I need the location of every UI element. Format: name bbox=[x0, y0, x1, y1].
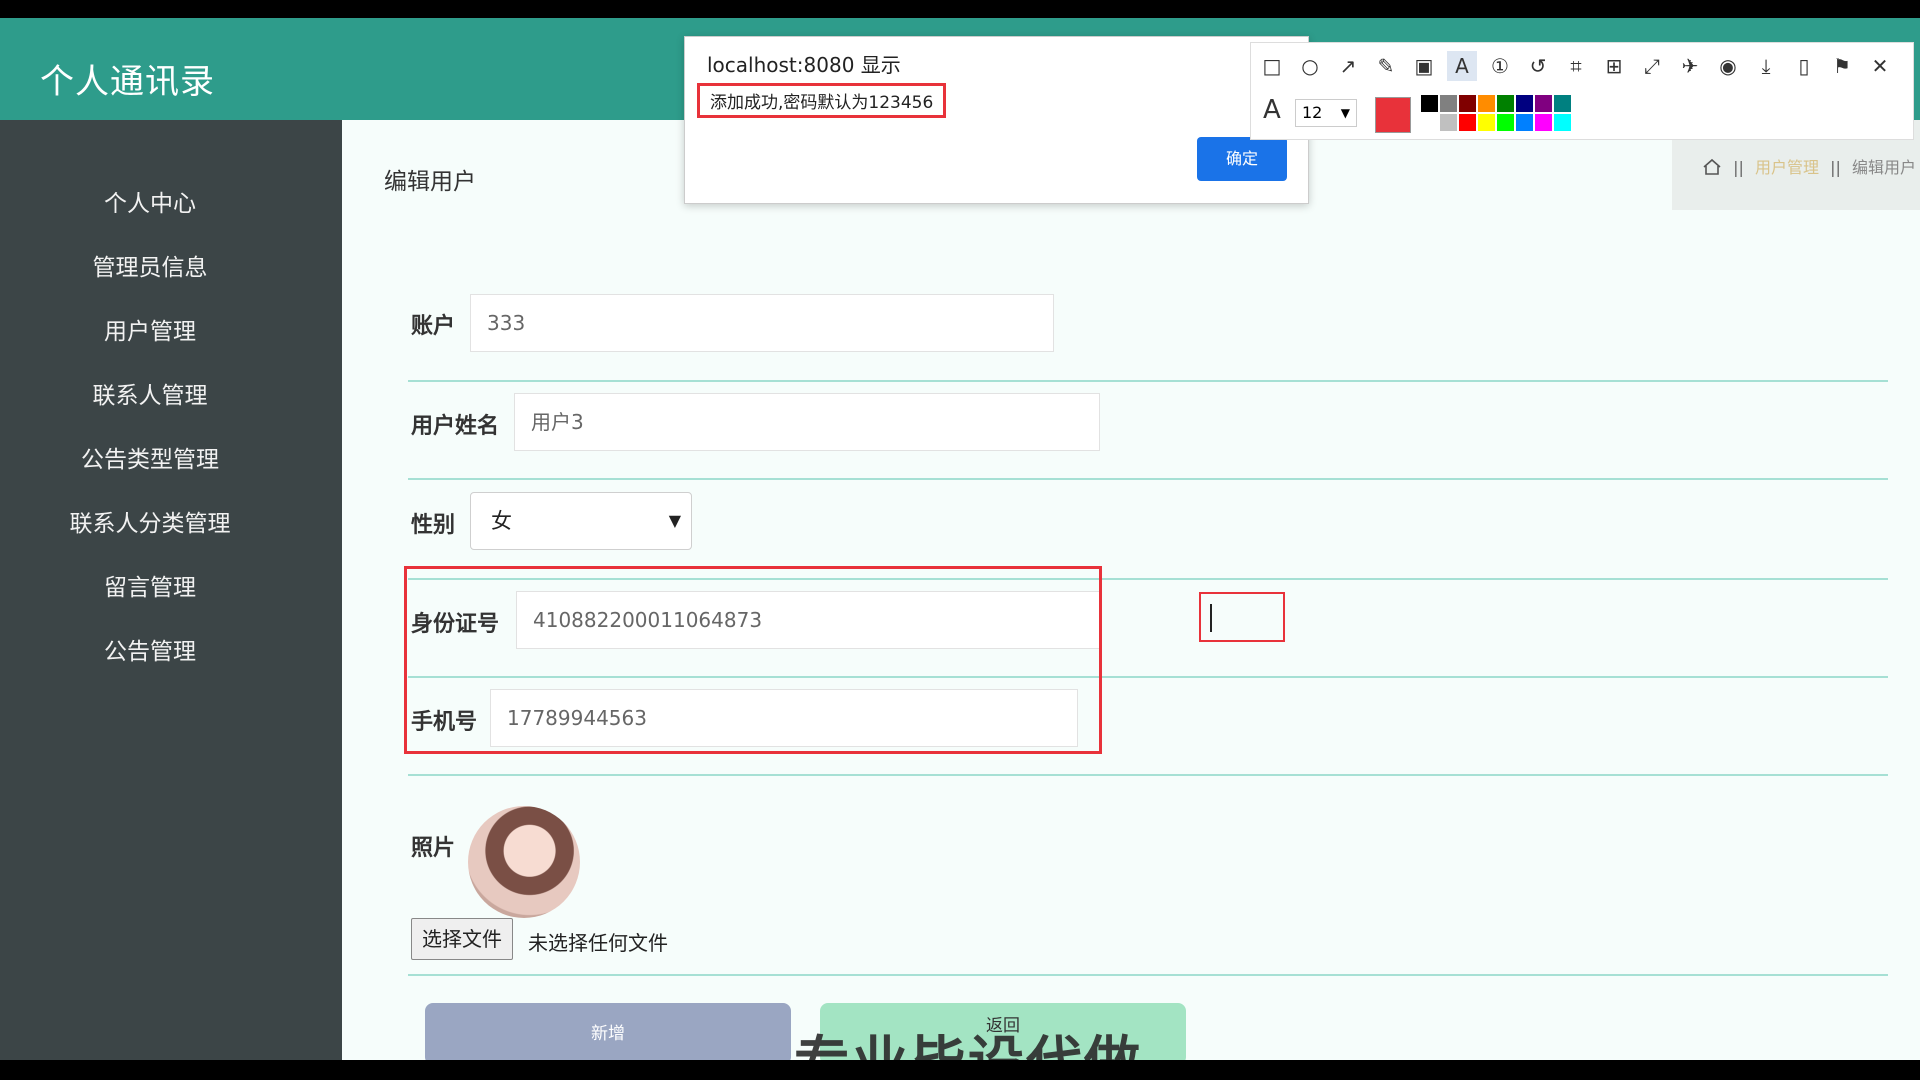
current-color-swatch[interactable] bbox=[1375, 97, 1411, 133]
save-icon[interactable]: ▯ bbox=[1789, 51, 1819, 81]
color-swatch[interactable] bbox=[1421, 114, 1438, 131]
text-icon[interactable]: A bbox=[1447, 51, 1477, 81]
color-swatch[interactable] bbox=[1478, 114, 1495, 131]
no-file-text: 未选择任何文件 bbox=[528, 931, 668, 955]
color-swatch[interactable] bbox=[1478, 95, 1495, 112]
breadcrumb-separator: || bbox=[1830, 158, 1841, 177]
watermark-text: 专业毕设代做 bbox=[794, 1018, 1142, 1060]
expand-icon[interactable]: ⤢ bbox=[1637, 51, 1667, 81]
color-swatch[interactable] bbox=[1535, 95, 1552, 112]
color-swatch[interactable] bbox=[1554, 95, 1571, 112]
breadcrumb-user-management-link[interactable]: 用户管理 bbox=[1755, 158, 1819, 177]
sidebar: 个人中心 管理员信息 用户管理 联系人管理 公告类型管理 联系人分类管理 留言管… bbox=[0, 120, 342, 1060]
sidebar-item-contact-management[interactable]: 联系人管理 bbox=[0, 376, 300, 410]
chevron-down-icon: ▼ bbox=[1340, 106, 1350, 120]
color-swatch[interactable] bbox=[1516, 114, 1533, 131]
bookmark-icon[interactable]: ⚑ bbox=[1827, 51, 1857, 81]
username-input[interactable]: 用户3 bbox=[514, 393, 1100, 451]
annotation-toolbar: □ ○ ↗ ✎ ▣ A ① ↺ ⌗ ⊞ ⤢ ✈ ◉ ⤓ ▯ ⚑ ✕ A 12 ▼ bbox=[1250, 42, 1914, 140]
page-title: 编辑用户 bbox=[384, 169, 476, 195]
record-icon[interactable]: ◉ bbox=[1713, 51, 1743, 81]
add-button[interactable]: 新增 bbox=[425, 1003, 791, 1060]
crop-icon[interactable]: ⌗ bbox=[1561, 51, 1591, 81]
sidebar-item-message-management[interactable]: 留言管理 bbox=[0, 568, 300, 602]
arrow-icon[interactable]: ↗ bbox=[1333, 51, 1363, 81]
color-swatch[interactable] bbox=[1421, 95, 1438, 112]
color-swatch[interactable] bbox=[1497, 95, 1514, 112]
font-size-select[interactable]: 12 ▼ bbox=[1295, 99, 1357, 127]
home-icon[interactable] bbox=[1702, 157, 1722, 181]
color-swatch[interactable] bbox=[1459, 95, 1476, 112]
gender-select[interactable]: 女 ▼ bbox=[470, 492, 692, 550]
browser-viewport: 个人通讯录 ✕ ● 个人中心 管理员信息 用户管理 联系人管理 公告类型管理 联… bbox=[0, 18, 1920, 1060]
text-caret bbox=[1210, 604, 1212, 632]
color-swatch[interactable] bbox=[1516, 95, 1533, 112]
gender-select-value: 女 bbox=[491, 509, 512, 533]
highlight-annotation-box bbox=[404, 566, 1102, 754]
download-icon[interactable]: ⤓ bbox=[1751, 51, 1781, 81]
dialog-message: 添加成功,密码默认为123456 bbox=[697, 83, 947, 118]
account-input[interactable]: 333 bbox=[470, 294, 1054, 352]
circle-icon[interactable]: ○ bbox=[1295, 51, 1325, 81]
number-icon[interactable]: ① bbox=[1485, 51, 1515, 81]
avatar bbox=[468, 806, 580, 918]
chevron-down-icon: ▼ bbox=[668, 511, 681, 530]
color-swatch[interactable] bbox=[1440, 95, 1457, 112]
gender-label: 性别 bbox=[411, 513, 456, 538]
close-icon[interactable]: ✕ bbox=[1865, 51, 1895, 81]
sidebar-item-admin-info[interactable]: 管理员信息 bbox=[0, 248, 300, 282]
breadcrumb-separator: || bbox=[1733, 158, 1744, 177]
username-label: 用户姓名 bbox=[411, 414, 500, 439]
dialog-ok-button[interactable]: 确定 bbox=[1197, 137, 1287, 181]
mosaic-icon[interactable]: ▣ bbox=[1409, 51, 1439, 81]
color-swatch[interactable] bbox=[1459, 114, 1476, 131]
text-annotation-box[interactable] bbox=[1199, 592, 1285, 642]
breadcrumb-current: 编辑用户 bbox=[1851, 158, 1916, 177]
pencil-icon[interactable]: ✎ bbox=[1371, 51, 1401, 81]
dialog-title: localhost:8080 显示 bbox=[707, 53, 901, 77]
color-swatch[interactable] bbox=[1440, 114, 1457, 131]
sidebar-item-notice-management[interactable]: 公告管理 bbox=[0, 632, 300, 666]
sidebar-item-notice-type-management[interactable]: 公告类型管理 bbox=[0, 440, 300, 474]
alert-dialog: localhost:8080 显示 添加成功,密码默认为123456 确定 bbox=[684, 36, 1309, 204]
pin-icon[interactable]: ✈ bbox=[1675, 51, 1705, 81]
app-title: 个人通讯录 bbox=[40, 62, 215, 102]
rectangle-icon[interactable]: □ bbox=[1257, 51, 1287, 81]
account-label: 账户 bbox=[411, 314, 456, 339]
sidebar-item-personal-center[interactable]: 个人中心 bbox=[0, 184, 300, 218]
color-swatch[interactable] bbox=[1535, 114, 1552, 131]
sidebar-item-contact-category-management[interactable]: 联系人分类管理 bbox=[0, 504, 300, 538]
color-swatch[interactable] bbox=[1554, 114, 1571, 131]
color-swatch[interactable] bbox=[1497, 114, 1514, 131]
sidebar-item-user-management[interactable]: 用户管理 bbox=[0, 312, 300, 346]
choose-file-button[interactable]: 选择文件 bbox=[411, 918, 513, 960]
undo-icon[interactable]: ↺ bbox=[1523, 51, 1553, 81]
font-size-icon: A bbox=[1263, 95, 1281, 125]
ocr-icon[interactable]: ⊞ bbox=[1599, 51, 1629, 81]
font-size-value: 12 bbox=[1302, 103, 1323, 122]
photo-label: 照片 bbox=[411, 836, 456, 861]
